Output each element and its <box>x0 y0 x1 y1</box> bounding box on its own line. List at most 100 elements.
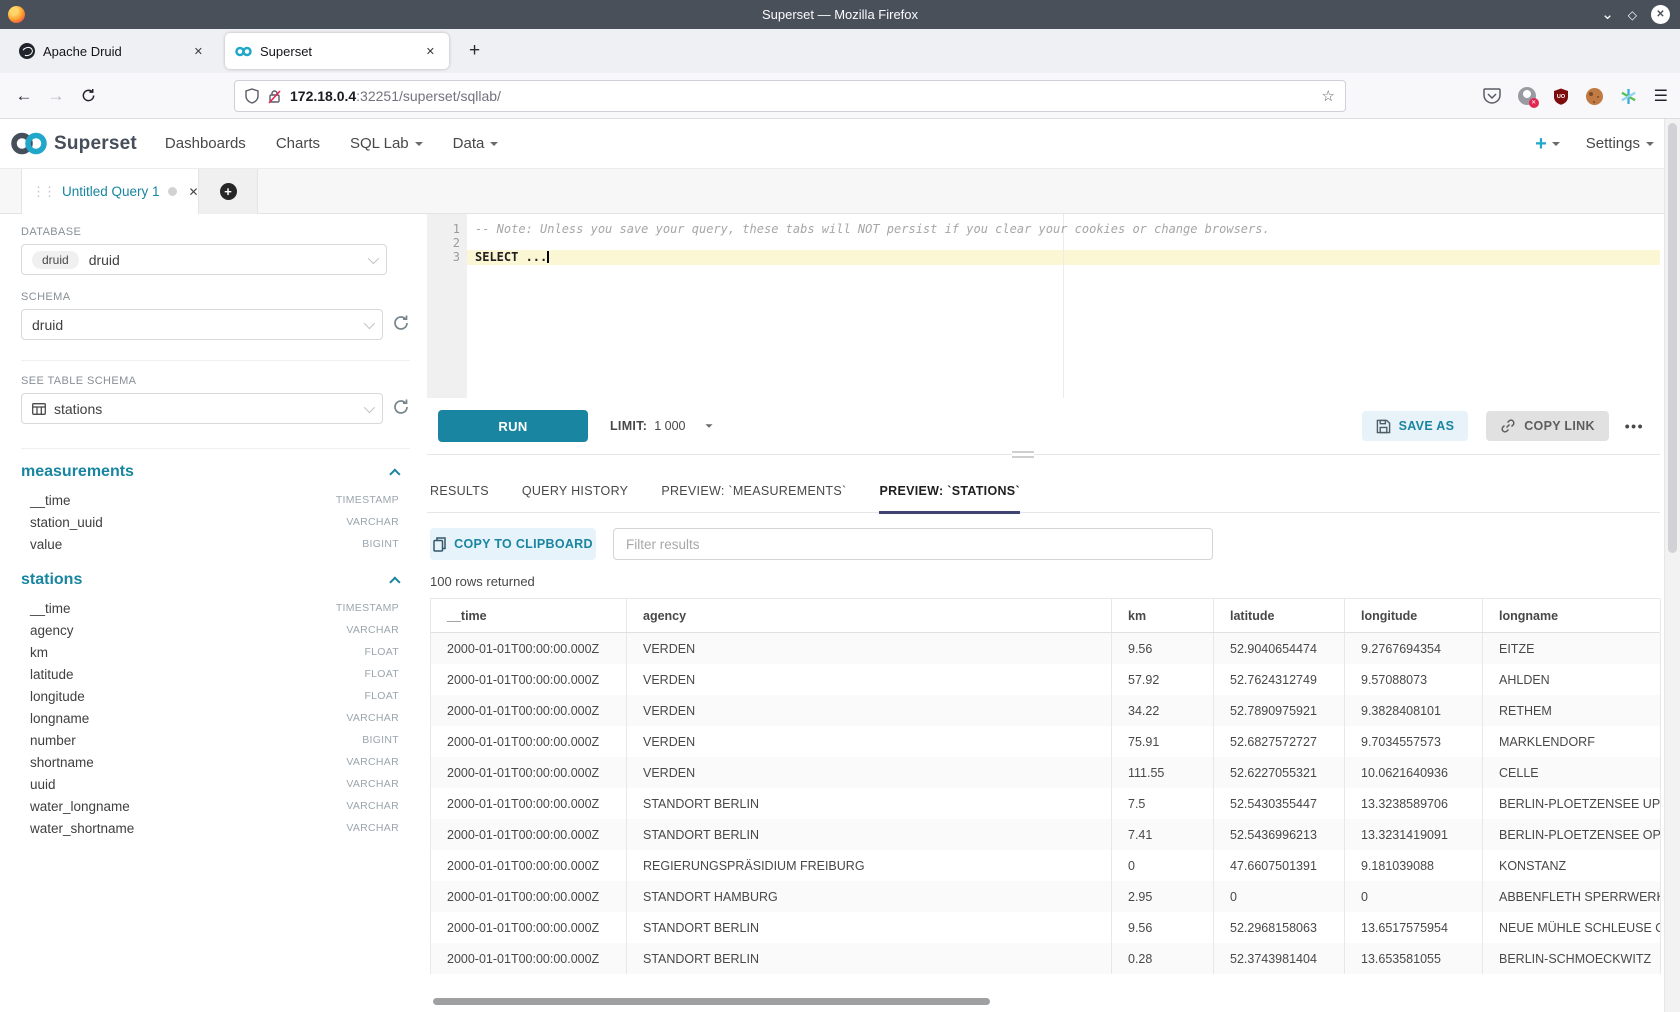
column-name: shortname <box>30 755 94 770</box>
table-row[interactable]: 2000-01-01T00:00:00.000Z VERDEN 111.55 5… <box>431 757 1660 788</box>
back-button[interactable]: ← <box>8 86 40 106</box>
line-number: 1 <box>427 222 460 236</box>
copy-link-label: COPY LINK <box>1524 419 1595 433</box>
extension-asterisk-icon[interactable] <box>1620 88 1637 105</box>
nav-sql-lab[interactable]: SQL Lab <box>350 135 423 152</box>
browser-tab-apache-druid[interactable]: Apache Druid ✕ <box>9 33 217 69</box>
table-row[interactable]: 2000-01-01T00:00:00.000Z VERDEN 57.92 52… <box>431 664 1660 695</box>
window-minimize-icon[interactable]: ⌄ <box>1601 10 1614 20</box>
bookmark-star-icon[interactable]: ☆ <box>1322 87 1335 105</box>
table-select[interactable]: stations <box>21 393 383 424</box>
cell-km: 0.28 <box>1112 943 1214 974</box>
filter-results-input[interactable] <box>613 528 1213 560</box>
limit-dropdown[interactable]: LIMIT: 1 000 <box>610 419 713 433</box>
copy-to-clipboard-button[interactable]: COPY TO CLIPBOARD <box>430 528 596 560</box>
save-as-button[interactable]: SAVE AS <box>1362 411 1469 441</box>
window-maximize-icon[interactable]: ◇ <box>1628 8 1637 22</box>
table-row[interactable]: 2000-01-01T00:00:00.000Z STANDORT HAMBUR… <box>431 881 1660 912</box>
cell-time: 2000-01-01T00:00:00.000Z <box>431 943 627 974</box>
superset-infinity-icon <box>10 132 48 155</box>
table-row[interactable]: 2000-01-01T00:00:00.000Z STANDORT BERLIN… <box>431 819 1660 850</box>
table-row[interactable]: 2000-01-01T00:00:00.000Z VERDEN 9.56 52.… <box>431 633 1660 664</box>
chevron-down-icon <box>1646 142 1654 146</box>
cell-agency: STANDORT BERLIN <box>627 788 1112 819</box>
page-scrollbar[interactable] <box>1664 119 1680 1012</box>
account-shield-icon[interactable] <box>1518 87 1536 105</box>
page-scrollbar-thumb[interactable] <box>1668 123 1677 553</box>
cell-time: 2000-01-01T00:00:00.000Z <box>431 788 627 819</box>
new-tab-button[interactable]: + <box>463 40 486 62</box>
tab-preview-stations[interactable]: PREVIEW: `STATIONS` <box>879 484 1019 514</box>
table-row[interactable]: 2000-01-01T00:00:00.000Z STANDORT BERLIN… <box>431 912 1660 943</box>
chevron-up-icon[interactable] <box>389 576 400 587</box>
save-as-label: SAVE AS <box>1399 419 1455 433</box>
menu-icon[interactable]: ☰ <box>1654 86 1668 106</box>
column-name: longitude <box>30 689 85 704</box>
column-row: uuid VARCHAR <box>21 773 399 795</box>
column-row: __time TIMESTAMP <box>21 489 399 511</box>
horizontal-scrollbar[interactable] <box>433 998 990 1005</box>
column-header[interactable]: __time <box>431 599 627 632</box>
window-close-icon[interactable]: ✕ <box>1651 5 1670 24</box>
editor-pane: 1 2 3 -- Note: Unless you save your quer… <box>427 214 1660 1005</box>
table-row[interactable]: 2000-01-01T00:00:00.000Z REGIERUNGSPRÄSI… <box>431 850 1660 881</box>
query-tab-close-icon[interactable]: ✕ <box>189 185 199 199</box>
browser-tab-superset[interactable]: Superset ✕ <box>225 33 449 69</box>
results-table-header[interactable]: __time agency km latitude longitude long… <box>431 599 1660 633</box>
column-header[interactable]: latitude <box>1214 599 1345 632</box>
refresh-schema-icon[interactable] <box>392 314 410 332</box>
tab-preview-measurements[interactable]: PREVIEW: `MEASUREMENTS` <box>661 484 846 514</box>
nav-data[interactable]: Data <box>453 135 499 152</box>
tab-results[interactable]: RESULTS <box>430 484 489 514</box>
column-header[interactable]: longitude <box>1345 599 1483 632</box>
column-header[interactable]: longname <box>1483 599 1661 632</box>
link-icon <box>1500 418 1516 434</box>
table-section-stations[interactable]: stations <box>21 571 401 589</box>
pocket-icon[interactable] <box>1483 88 1501 104</box>
table-row[interactable]: 2000-01-01T00:00:00.000Z STANDORT BERLIN… <box>431 788 1660 819</box>
drag-handle-icon[interactable]: ⋮⋮ <box>32 184 54 200</box>
run-button[interactable]: RUN <box>438 410 588 442</box>
database-select[interactable]: druid druid <box>21 244 387 275</box>
sql-editor[interactable]: 1 2 3 -- Note: Unless you save your quer… <box>427 214 1660 398</box>
nav-charts[interactable]: Charts <box>276 135 320 152</box>
url-bar[interactable]: 172.18.0.4:32251/superset/sqllab/ ☆ <box>234 80 1346 112</box>
forward-button[interactable]: → <box>40 86 72 106</box>
ublock-icon[interactable]: UO <box>1553 88 1569 105</box>
pane-resize-grip[interactable] <box>1012 451 1034 458</box>
new-query-tab-button[interactable]: + <box>199 169 258 214</box>
table-row[interactable]: 2000-01-01T00:00:00.000Z STANDORT BERLIN… <box>431 943 1660 974</box>
column-type: TIMESTAMP <box>336 494 399 506</box>
column-name: __time <box>30 493 71 508</box>
cell-longname: MARKLENDORF <box>1483 726 1661 757</box>
table-row[interactable]: 2000-01-01T00:00:00.000Z VERDEN 34.22 52… <box>431 695 1660 726</box>
cell-longitude: 13.3238589706 <box>1345 788 1483 819</box>
cell-km: 7.41 <box>1112 819 1214 850</box>
superset-logo[interactable]: Superset <box>10 132 137 155</box>
schema-select[interactable]: druid <box>21 309 383 340</box>
editor-code-area[interactable]: -- Note: Unless you save your query, the… <box>467 214 1660 398</box>
query-tab-untitled[interactable]: ⋮⋮ Untitled Query 1 ✕ <box>21 169 199 214</box>
chevron-up-icon[interactable] <box>389 468 400 479</box>
cookie-icon[interactable] <box>1586 88 1603 105</box>
settings-label: Settings <box>1586 135 1640 152</box>
tab-close-icon[interactable]: ✕ <box>190 43 207 60</box>
column-header[interactable]: km <box>1112 599 1214 632</box>
nav-dashboards[interactable]: Dashboards <box>165 135 246 152</box>
table-section-measurements[interactable]: measurements <box>21 463 401 481</box>
browser-tab-label: Superset <box>260 44 422 59</box>
column-header[interactable]: agency <box>627 599 1112 632</box>
copy-link-button[interactable]: COPY LINK <box>1486 411 1609 441</box>
cell-latitude: 52.7624312749 <box>1214 664 1345 695</box>
new-item-button[interactable]: + <box>1535 135 1560 153</box>
table-row[interactable]: 2000-01-01T00:00:00.000Z VERDEN 75.91 52… <box>431 726 1660 757</box>
refresh-table-icon[interactable] <box>392 398 410 416</box>
more-options-icon[interactable]: ••• <box>1625 418 1644 434</box>
column-row: __time TIMESTAMP <box>21 597 399 619</box>
settings-menu[interactable]: Settings <box>1586 135 1654 152</box>
tab-close-icon[interactable]: ✕ <box>422 43 439 60</box>
tab-query-history[interactable]: QUERY HISTORY <box>522 484 628 514</box>
query-tab-label: Untitled Query 1 <box>62 184 160 199</box>
cell-km: 7.5 <box>1112 788 1214 819</box>
reload-button[interactable] <box>72 88 104 103</box>
